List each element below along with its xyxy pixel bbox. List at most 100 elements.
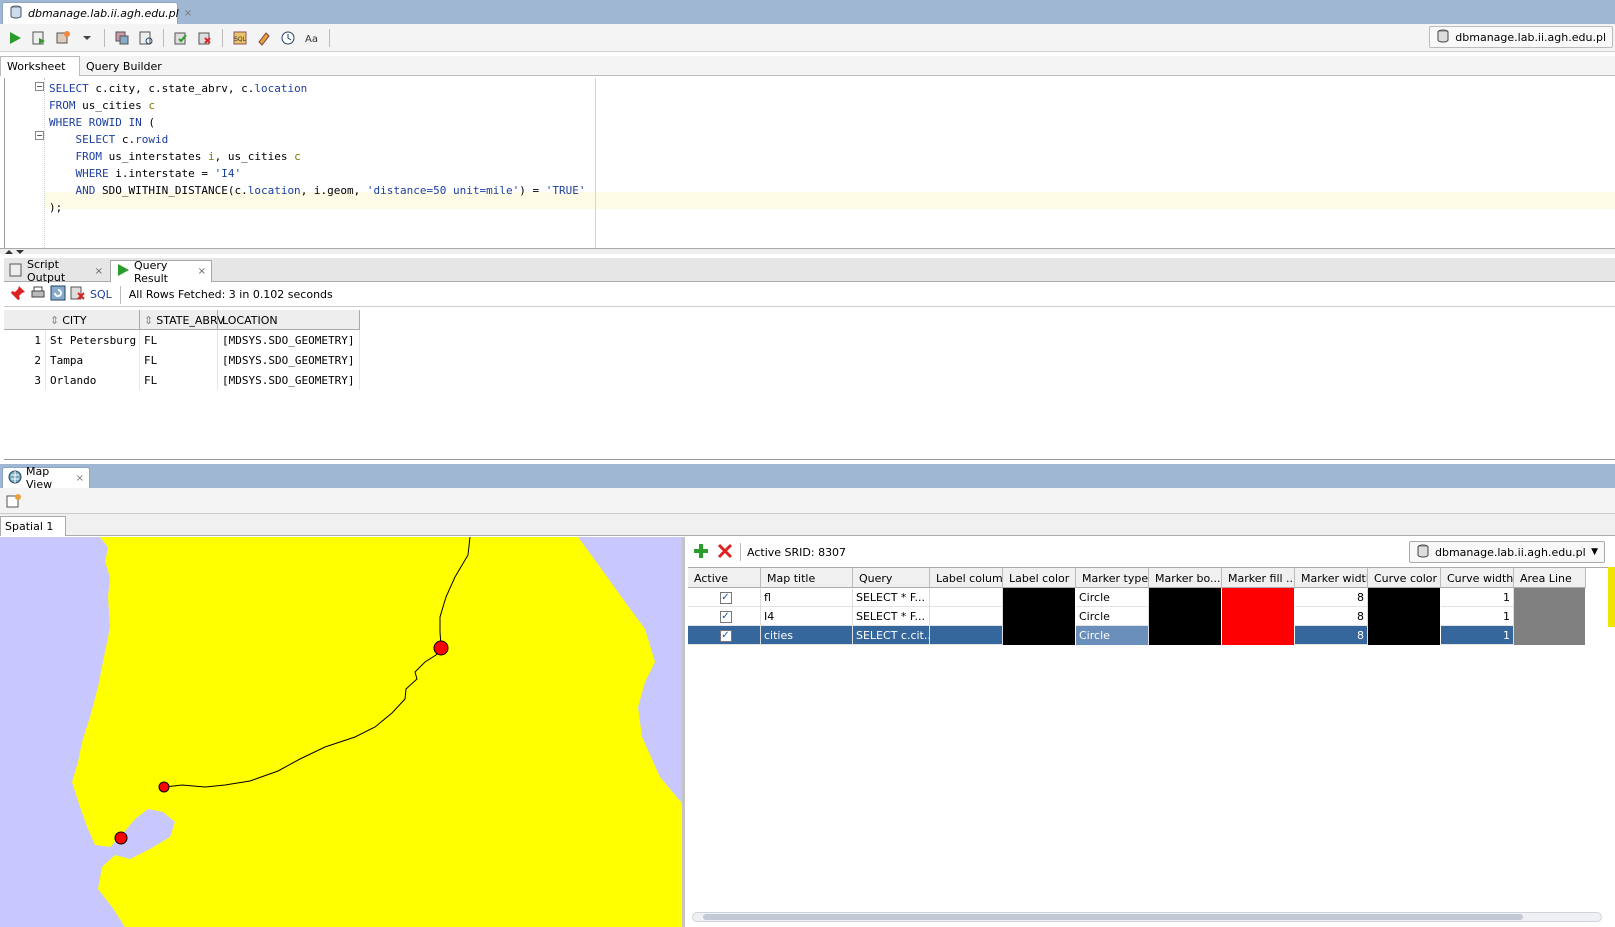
layer-column-header[interactable]: Area Line bbox=[1514, 568, 1586, 588]
editor-splitter[interactable] bbox=[0, 248, 1615, 254]
tab-query-result[interactable]: Query Result × bbox=[110, 259, 212, 285]
close-icon[interactable]: × bbox=[76, 473, 84, 484]
sql-editor[interactable]: − − SELECT c.city, c.state_abrv, c.locat… bbox=[4, 78, 1615, 248]
cell-marker-fill[interactable] bbox=[1222, 588, 1295, 607]
layer-column-header[interactable]: Active bbox=[688, 568, 761, 588]
connection-selector[interactable]: dbmanage.lab.ii.agh.edu.pl bbox=[1429, 26, 1613, 48]
cell-state[interactable]: FL bbox=[140, 370, 218, 390]
column-header-location[interactable]: LOCATION bbox=[218, 310, 360, 330]
cell-query[interactable]: SELECT c.cit... bbox=[853, 626, 930, 645]
close-icon[interactable]: × bbox=[184, 8, 192, 19]
rollback-button[interactable] bbox=[194, 27, 216, 49]
layer-column-header[interactable]: Marker bo... bbox=[1149, 568, 1222, 588]
active-checkbox[interactable]: ✓ bbox=[719, 629, 732, 642]
cell-label-color[interactable] bbox=[1003, 607, 1076, 626]
layer-column-header[interactable]: Label color bbox=[1003, 568, 1076, 588]
cell-marker-width[interactable]: 8 bbox=[1295, 607, 1368, 626]
tab-worksheet[interactable]: Worksheet bbox=[0, 56, 80, 76]
sql-link[interactable]: SQL bbox=[90, 288, 112, 301]
active-checkbox[interactable]: ✓ bbox=[719, 610, 732, 623]
layer-row[interactable]: ✓ I4 SELECT * F... Circle 8 1 bbox=[688, 607, 1586, 626]
cell-label-column[interactable] bbox=[930, 626, 1003, 645]
cell-location[interactable]: [MDSYS.SDO_GEOMETRY] bbox=[218, 370, 360, 390]
cell-state[interactable]: FL bbox=[140, 350, 218, 370]
layer-column-header[interactable]: Curve color bbox=[1368, 568, 1441, 588]
add-layer-icon[interactable] bbox=[692, 542, 710, 563]
table-row[interactable]: 2 Tampa FL [MDSYS.SDO_GEOMETRY] bbox=[4, 350, 360, 370]
fold-toggle[interactable]: − bbox=[35, 131, 44, 140]
tab-script-output[interactable]: Script Output × bbox=[4, 258, 108, 284]
autotrace-button[interactable] bbox=[52, 27, 74, 49]
horizontal-scrollbar[interactable] bbox=[692, 912, 1602, 922]
cell-curve-width[interactable]: 1 bbox=[1441, 607, 1514, 626]
map-canvas[interactable] bbox=[0, 537, 685, 927]
new-map-icon[interactable] bbox=[6, 493, 22, 512]
layer-column-header[interactable]: Marker fill ... bbox=[1222, 568, 1295, 588]
cell-marker-width[interactable]: 8 bbox=[1295, 626, 1368, 645]
tab-query-builder[interactable]: Query Builder bbox=[80, 56, 168, 76]
run-statement-button[interactable] bbox=[4, 27, 26, 49]
cell-city[interactable]: St Petersburg bbox=[46, 330, 140, 350]
pin-icon[interactable] bbox=[10, 285, 26, 304]
cell-marker-border[interactable] bbox=[1149, 607, 1222, 626]
explain-plan-button[interactable] bbox=[111, 27, 133, 49]
cell-curve-color[interactable] bbox=[1368, 607, 1441, 626]
cell-marker-type[interactable]: Circle bbox=[1076, 607, 1149, 626]
cell-marker-border[interactable] bbox=[1149, 626, 1222, 645]
close-icon[interactable]: × bbox=[198, 266, 206, 277]
commit-button[interactable] bbox=[170, 27, 192, 49]
layer-row[interactable]: ✓ cities SELECT c.cit... Circle 8 1 bbox=[688, 626, 1586, 645]
cell-area-line[interactable] bbox=[1514, 588, 1586, 607]
dropdown-button[interactable] bbox=[76, 27, 98, 49]
cell-map-title[interactable]: fl bbox=[761, 588, 853, 607]
cell-label-color[interactable] bbox=[1003, 626, 1076, 645]
cell-city[interactable]: Tampa bbox=[46, 350, 140, 370]
layer-column-header[interactable]: Query bbox=[853, 568, 930, 588]
run-script-button[interactable] bbox=[28, 27, 50, 49]
active-checkbox[interactable]: ✓ bbox=[719, 591, 732, 604]
column-header-city[interactable]: ⇕ CITY bbox=[46, 310, 140, 330]
close-icon[interactable]: × bbox=[95, 266, 103, 277]
table-row[interactable]: 3 Orlando FL [MDSYS.SDO_GEOMETRY] bbox=[4, 370, 360, 390]
cell-area-line[interactable] bbox=[1514, 626, 1586, 645]
cell-marker-fill[interactable] bbox=[1222, 607, 1295, 626]
clear-button[interactable] bbox=[253, 27, 275, 49]
cell-city[interactable]: Orlando bbox=[46, 370, 140, 390]
fold-toggle[interactable]: − bbox=[35, 82, 44, 91]
cell-curve-width[interactable]: 1 bbox=[1441, 588, 1514, 607]
cell-area-line[interactable] bbox=[1514, 607, 1586, 626]
cell-location[interactable]: [MDSYS.SDO_GEOMETRY] bbox=[218, 350, 360, 370]
tab-spatial-1[interactable]: Spatial 1 bbox=[0, 516, 66, 536]
sql-tuning-button[interactable] bbox=[135, 27, 157, 49]
cancel-fetch-icon[interactable] bbox=[70, 285, 86, 304]
cell-curve-width[interactable]: 1 bbox=[1441, 626, 1514, 645]
print-icon[interactable] bbox=[30, 285, 46, 304]
cell-marker-type[interactable]: Circle bbox=[1076, 626, 1149, 645]
cell-active[interactable]: ✓ bbox=[688, 588, 761, 607]
cell-curve-color[interactable] bbox=[1368, 626, 1441, 645]
cell-state[interactable]: FL bbox=[140, 330, 218, 350]
cell-active[interactable]: ✓ bbox=[688, 626, 761, 645]
cell-label-column[interactable] bbox=[930, 588, 1003, 607]
refresh-icon[interactable] bbox=[50, 285, 66, 304]
cell-marker-border[interactable] bbox=[1149, 588, 1222, 607]
map-connection-dropdown[interactable]: dbmanage.lab.ii.agh.edu.pl ▼ bbox=[1409, 541, 1605, 563]
cell-location[interactable]: [MDSYS.SDO_GEOMETRY] bbox=[218, 330, 360, 350]
layer-column-header[interactable]: Marker type bbox=[1076, 568, 1149, 588]
cell-curve-color[interactable] bbox=[1368, 588, 1441, 607]
layer-column-header[interactable]: Curve width bbox=[1441, 568, 1514, 588]
format-case-button[interactable]: Aa bbox=[301, 27, 323, 49]
tab-map-view[interactable]: Map View × bbox=[2, 465, 90, 491]
cell-map-title[interactable]: I4 bbox=[761, 607, 853, 626]
scrollbar-thumb[interactable] bbox=[703, 914, 1523, 920]
layer-row[interactable]: ✓ fl SELECT * F... Circle 8 1 bbox=[688, 588, 1586, 607]
column-header-state-abrv[interactable]: ⇕ STATE_ABRV bbox=[140, 310, 225, 330]
cell-label-color[interactable] bbox=[1003, 588, 1076, 607]
layer-column-header[interactable]: Map title bbox=[761, 568, 853, 588]
remove-layer-icon[interactable] bbox=[716, 542, 734, 563]
history-button[interactable] bbox=[277, 27, 299, 49]
cell-query[interactable]: SELECT * F... bbox=[853, 607, 930, 626]
unshared-sql-button[interactable]: SQL bbox=[229, 27, 251, 49]
cell-query[interactable]: SELECT * F... bbox=[853, 588, 930, 607]
cell-active[interactable]: ✓ bbox=[688, 607, 761, 626]
